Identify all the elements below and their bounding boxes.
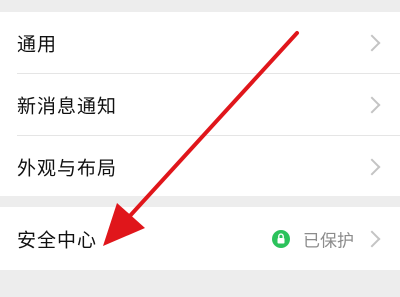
settings-group-general: 通用 新消息通知 外观与布局 bbox=[0, 12, 400, 196]
settings-item-label: 新消息通知 bbox=[17, 95, 118, 118]
settings-item-appearance[interactable]: 外观与布局 bbox=[0, 136, 400, 198]
shield-check-icon bbox=[272, 229, 290, 248]
top-spacer bbox=[0, 0, 400, 12]
bottom-spacer bbox=[0, 270, 400, 297]
security-status-text: 已保护 bbox=[303, 231, 354, 251]
chevron-right-icon bbox=[363, 96, 381, 114]
settings-item-label: 安全中心 bbox=[17, 229, 98, 251]
chevron-right-icon bbox=[363, 158, 381, 176]
settings-item-notifications[interactable]: 新消息通知 bbox=[0, 74, 400, 136]
settings-group-security: 安全中心 已保护 bbox=[0, 207, 400, 270]
settings-item-label: 通用 bbox=[17, 33, 58, 56]
chevron-right-icon bbox=[363, 34, 381, 52]
settings-item-security-center[interactable]: 安全中心 已保护 bbox=[0, 207, 400, 270]
chevron-right-icon bbox=[363, 230, 381, 247]
settings-item-general[interactable]: 通用 bbox=[0, 12, 400, 74]
settings-item-label: 外观与布局 bbox=[17, 157, 118, 180]
